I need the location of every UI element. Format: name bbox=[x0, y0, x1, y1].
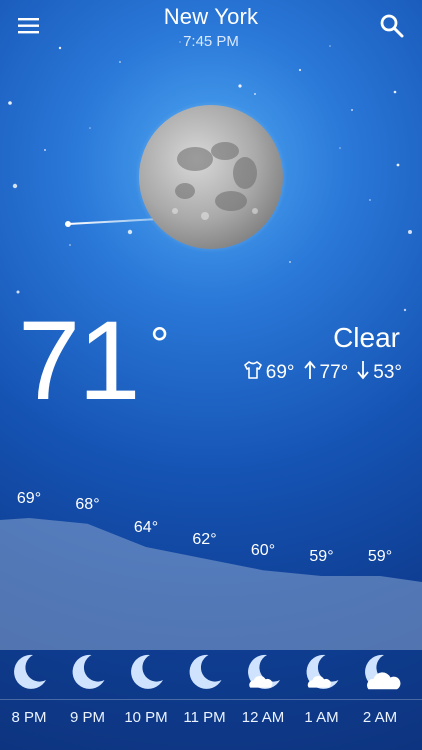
high-temp-value: 77° bbox=[319, 362, 349, 383]
moon-cloud-icon bbox=[306, 654, 339, 689]
high-temp: 77° bbox=[303, 360, 349, 386]
hour-label: 9 PM bbox=[69, 709, 105, 726]
moon-icon bbox=[14, 654, 46, 689]
hour-label: 8 PM bbox=[11, 709, 47, 726]
shirt-icon bbox=[243, 361, 263, 385]
hourly-temp-label: 64° bbox=[133, 519, 159, 536]
feels-like: 69° bbox=[243, 361, 295, 385]
weather-condition: Clear bbox=[333, 322, 400, 353]
hour-label: 12 AM bbox=[241, 709, 285, 726]
hour-label: 11 PM bbox=[183, 709, 226, 726]
city-name[interactable]: New York bbox=[0, 4, 422, 30]
hourly-temp-label: 62° bbox=[192, 530, 217, 548]
temperature-degree-symbol: ° bbox=[150, 319, 170, 372]
temperature-details: 69° 77° 53° bbox=[243, 360, 402, 386]
hourly-temp-label: 59° bbox=[309, 548, 334, 565]
feels-like-value: 69° bbox=[265, 362, 295, 383]
hourly-icons-row bbox=[14, 654, 401, 690]
arrow-down-icon bbox=[356, 360, 370, 386]
arrow-up-icon bbox=[303, 360, 317, 386]
moon-cloud-icon bbox=[248, 654, 280, 689]
hour-label: 1 AM bbox=[304, 709, 339, 726]
moon-illustration bbox=[135, 101, 287, 253]
current-temperature: 71 bbox=[18, 298, 141, 423]
low-temp-value: 53° bbox=[373, 362, 402, 383]
hourly-temp-label: 59° bbox=[367, 548, 393, 565]
low-temp: 53° bbox=[356, 360, 402, 386]
moon-cloud-icon bbox=[365, 654, 401, 690]
hourly-temp-label: 60° bbox=[250, 542, 276, 560]
hourly-temp-label: 68° bbox=[75, 495, 100, 513]
search-icon[interactable] bbox=[378, 12, 406, 40]
hour-label: 10 PM bbox=[124, 709, 168, 726]
local-time: 7:45 PM bbox=[183, 33, 239, 50]
hour-label: 2 AM bbox=[362, 709, 398, 726]
hourly-temp-label: 69° bbox=[16, 490, 42, 507]
divider bbox=[0, 699, 422, 700]
moon-icon bbox=[131, 654, 163, 689]
moon-icon bbox=[189, 654, 222, 689]
hourly-times: 8 PM 9 PM 10 PM 11 PM 12 AM 1 AM 2 AM bbox=[0, 709, 422, 729]
moon-icon bbox=[72, 654, 105, 689]
